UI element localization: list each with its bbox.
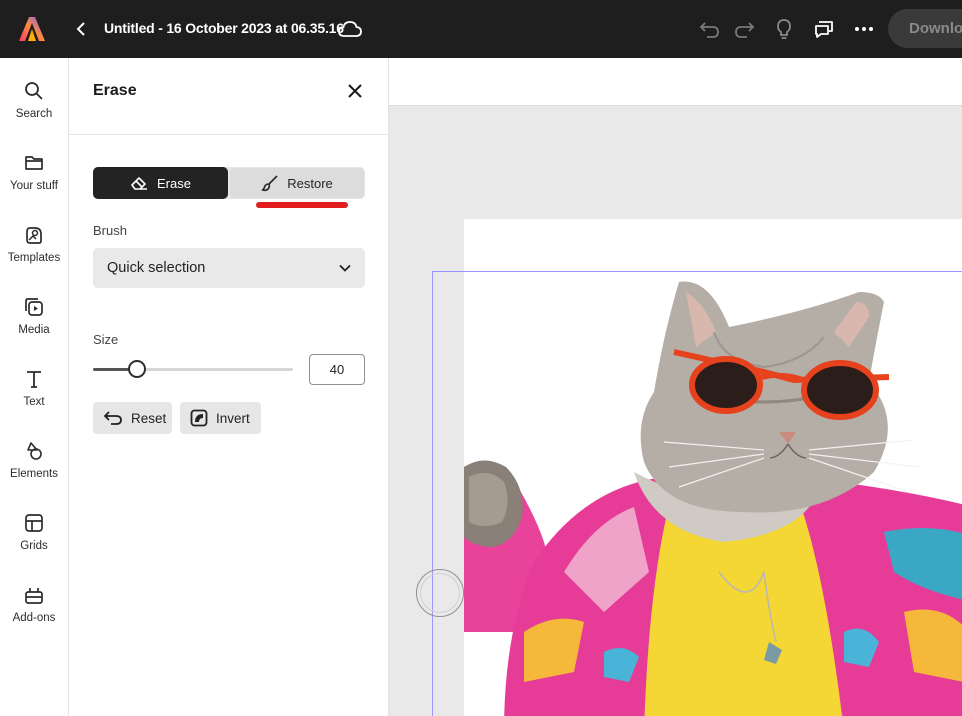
grids-icon — [25, 514, 43, 532]
chevron-left-icon — [76, 22, 85, 36]
close-icon — [348, 84, 362, 98]
brush-cursor — [416, 569, 464, 617]
canvas[interactable] — [389, 107, 962, 716]
back-button[interactable] — [72, 19, 90, 39]
canvas-toolbar-area — [389, 58, 962, 106]
rail-item-text[interactable]: Text — [0, 368, 68, 424]
undo-icon — [699, 22, 719, 38]
close-button[interactable] — [345, 81, 365, 101]
size-slider-handle[interactable] — [128, 360, 146, 378]
size-label: Size — [93, 332, 119, 347]
undo-button[interactable] — [698, 17, 722, 41]
chevron-down-icon — [339, 264, 351, 272]
lightbulb-icon — [777, 19, 791, 39]
invert-button[interactable]: Invert — [180, 402, 261, 434]
redo-icon — [735, 22, 755, 38]
erase-panel: Erase Erase Restore Brush Quick selectio… — [69, 58, 389, 716]
redo-button[interactable] — [732, 17, 756, 41]
panel-title: Erase — [93, 82, 137, 99]
rail-item-media[interactable]: Media — [0, 296, 68, 352]
rail-item-search[interactable]: Search — [0, 80, 68, 136]
more-button[interactable] — [852, 17, 876, 41]
rail-item-elements[interactable]: Elements — [0, 440, 68, 496]
document-title[interactable]: Untitled - 16 October 2023 at 06.35.16 — [104, 20, 344, 36]
reset-button[interactable]: Reset — [93, 402, 172, 434]
rail-item-label: Media — [18, 324, 50, 336]
rail-item-label: Search — [15, 108, 53, 120]
rail-item-grids[interactable]: Grids — [0, 512, 68, 568]
comments-button[interactable] — [812, 17, 836, 41]
size-input[interactable]: 40 — [309, 354, 365, 385]
more-icon — [855, 27, 873, 31]
erase-tab-label: Erase — [157, 175, 191, 191]
brush-icon — [261, 175, 278, 192]
selection-bounding-box[interactable] — [432, 271, 962, 716]
erase-restore-toggle: Erase Restore — [93, 167, 365, 199]
hints-button[interactable] — [772, 17, 796, 41]
text-icon — [27, 371, 41, 388]
media-icon — [25, 298, 43, 316]
brush-dropdown[interactable]: Quick selection — [93, 248, 365, 288]
rail-item-label: Text — [23, 396, 45, 408]
invert-label: Invert — [216, 410, 250, 426]
invert-icon — [190, 409, 208, 427]
eraser-icon — [131, 177, 148, 190]
rail-item-label: Templates — [7, 252, 61, 264]
rail-item-add-ons[interactable]: Add-ons — [0, 584, 68, 640]
restore-highlight-underline — [256, 202, 348, 208]
top-bar: Untitled - 16 October 2023 at 06.35.16 D… — [0, 0, 962, 58]
restore-tab[interactable]: Restore — [230, 168, 364, 198]
rail-item-label: Your stuff — [10, 180, 58, 192]
restore-tab-label: Restore — [287, 175, 333, 191]
rail-item-your-stuff[interactable]: Your stuff — [0, 152, 68, 208]
size-slider[interactable] — [93, 360, 293, 378]
rail-item-templates[interactable]: Templates — [0, 224, 68, 280]
download-button[interactable]: Download — [888, 9, 962, 48]
rail-item-label: Grids — [20, 540, 48, 552]
templates-icon — [26, 227, 42, 244]
folder-icon — [25, 156, 43, 170]
brush-dropdown-value: Quick selection — [107, 260, 206, 276]
cloud-icon[interactable] — [337, 18, 363, 40]
search-icon — [25, 82, 43, 100]
brush-label: Brush — [93, 223, 127, 238]
add-ons-icon — [25, 588, 43, 604]
erase-tab[interactable]: Erase — [93, 167, 228, 199]
elements-icon — [27, 442, 42, 460]
comments-icon — [815, 21, 833, 38]
rail-item-label: Add-ons — [12, 612, 56, 624]
left-rail: Search Your stuff Templates Media Text E… — [0, 58, 69, 716]
adobe-express-logo-icon[interactable] — [19, 16, 45, 42]
reset-icon — [103, 411, 122, 425]
rail-item-label: Elements — [10, 468, 58, 480]
panel-divider — [69, 134, 389, 135]
reset-label: Reset — [131, 410, 167, 426]
